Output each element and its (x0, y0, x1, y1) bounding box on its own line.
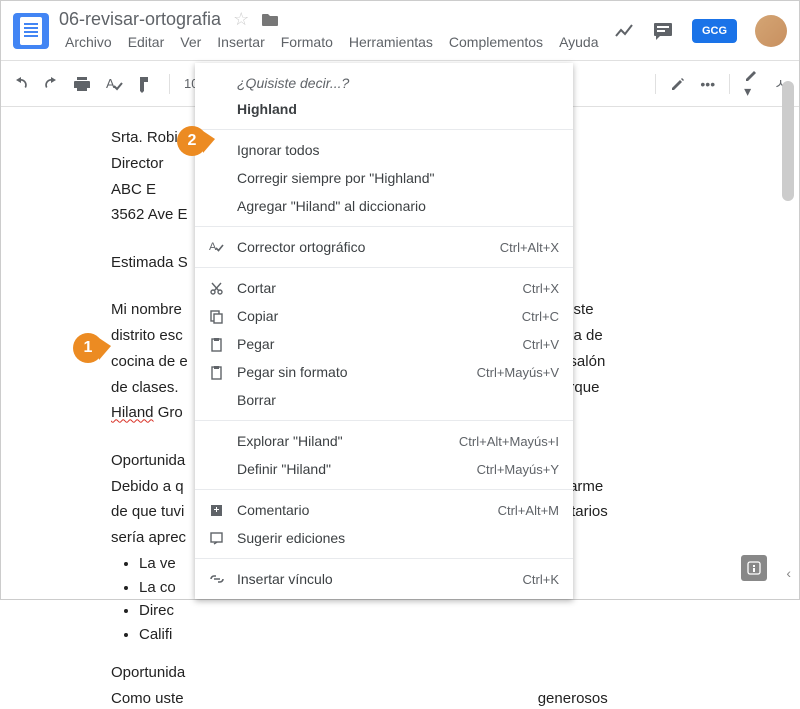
menubar: Archivo Editar Ver Insertar Formato Herr… (59, 32, 614, 52)
header-right: GCG (614, 15, 787, 47)
paste-icon (209, 337, 237, 352)
add-to-dictionary[interactable]: Agregar "Hiland" al diccionario (195, 192, 573, 220)
paste-without-format[interactable]: Pegar sin formato Ctrl+Mayús+V (195, 358, 573, 386)
spellcheck-icon: A (209, 239, 237, 255)
star-icon[interactable]: ☆ (233, 9, 249, 30)
document-title[interactable]: 06-revisar-ortografia (59, 9, 221, 30)
explore[interactable]: Explorar "Hiland"Ctrl+Alt+Mayús+I (195, 427, 573, 455)
context-menu: ¿Quisiste decir...? Highland Ignorar tod… (195, 63, 573, 599)
suggestion-highland[interactable]: Highland (195, 95, 573, 123)
activity-icon[interactable] (614, 21, 634, 41)
comments-icon[interactable] (652, 21, 674, 41)
suggest-icon (209, 531, 237, 546)
more-icon[interactable]: ••• (700, 76, 715, 92)
did-you-mean-label: ¿Quisiste decir...? (195, 69, 573, 95)
link-icon (209, 574, 237, 584)
menu-complementos[interactable]: Complementos (443, 32, 549, 52)
menu-ver[interactable]: Ver (174, 32, 207, 52)
callout-1: 1 (73, 333, 103, 363)
avatar[interactable] (755, 15, 787, 47)
menu-editar[interactable]: Editar (122, 32, 171, 52)
explore-badge[interactable] (741, 555, 767, 581)
define[interactable]: Definir "Hiland"Ctrl+Mayús+Y (195, 455, 573, 483)
title-area: 06-revisar-ortografia ☆ Archivo Editar V… (59, 9, 614, 52)
pen-icon[interactable]: ▾ (744, 67, 760, 100)
header: 06-revisar-ortografia ☆ Archivo Editar V… (1, 1, 799, 60)
editing-mode-icon[interactable] (670, 76, 686, 92)
menu-herramientas[interactable]: Herramientas (343, 32, 439, 52)
undo-icon[interactable] (13, 76, 29, 92)
callout-2: 2 (177, 126, 207, 156)
ignore-all[interactable]: Ignorar todos (195, 136, 573, 164)
spellcheck-icon[interactable]: A (105, 75, 123, 93)
misspelled-word[interactable]: Hiland (111, 404, 154, 421)
menu-archivo[interactable]: Archivo (59, 32, 118, 52)
svg-text:A: A (106, 76, 115, 91)
always-correct[interactable]: Corregir siempre por "Highland" (195, 164, 573, 192)
side-expand-icon[interactable]: ‹ (786, 565, 791, 581)
comment[interactable]: Comentario Ctrl+Alt+M (195, 496, 573, 524)
suggest-edits[interactable]: Sugerir ediciones (195, 524, 573, 552)
cut[interactable]: Cortar Ctrl+X (195, 274, 573, 302)
menu-insertar[interactable]: Insertar (211, 32, 270, 52)
svg-text:A: A (209, 241, 217, 253)
comment-icon (209, 503, 237, 518)
copy[interactable]: Copiar Ctrl+C (195, 302, 573, 330)
print-icon[interactable] (73, 76, 91, 92)
copy-icon (209, 309, 237, 324)
scrollbar[interactable] (782, 77, 796, 587)
redo-icon[interactable] (43, 76, 59, 92)
cut-icon (209, 281, 237, 296)
menu-formato[interactable]: Formato (275, 32, 339, 52)
share-button[interactable]: GCG (692, 19, 737, 43)
docs-logo[interactable] (13, 13, 49, 49)
paste[interactable]: Pegar Ctrl+V (195, 330, 573, 358)
delete[interactable]: Borrar (195, 386, 573, 414)
menu-ayuda[interactable]: Ayuda (553, 32, 604, 52)
spell-checker[interactable]: A Corrector ortográfico Ctrl+Alt+X (195, 233, 573, 261)
insert-link[interactable]: Insertar vínculo Ctrl+K (195, 565, 573, 593)
paint-format-icon[interactable] (137, 75, 155, 93)
paste-plain-icon (209, 365, 237, 380)
folder-icon[interactable] (261, 12, 279, 27)
